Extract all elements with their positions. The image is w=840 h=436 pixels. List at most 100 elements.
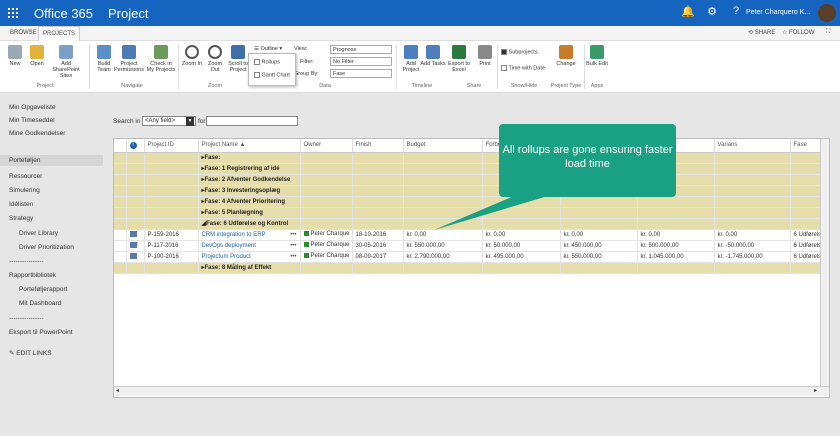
rollups-option[interactable]: Rollups [254,59,280,65]
bell-icon[interactable]: 🔔 [680,5,696,21]
add-tasks-button[interactable]: Add Tasks [420,45,446,67]
nav-min-opgaveliste[interactable]: Min Opgaveliste [9,104,56,111]
outline-dropdown: Rollups Gantt Chart [248,53,296,86]
change-button[interactable]: Change [553,45,579,67]
time-with-date-checkbox[interactable]: Time with Date [501,65,545,71]
zoom-out-button[interactable]: Zoom Out [203,45,227,73]
phase-row[interactable]: ▸Fase: [114,152,829,164]
col-varians[interactable]: Varians [714,139,791,153]
project-icon [129,253,137,260]
app-launcher-icon[interactable] [8,8,18,18]
presence-icon [303,253,309,259]
project-name-link[interactable]: Projectum Product [202,254,251,260]
cell-project-name[interactable]: Projectum Product ••• [198,251,301,263]
permissions-button[interactable]: Project Permissions [114,45,144,73]
phase-row[interactable]: ▸Fase: 5 Planlægning [114,207,829,219]
table-row[interactable]: ! P-117-2016 DevOps deployment ••• Peter … [114,240,829,252]
project-name-link[interactable]: CRM integration to ERP [202,232,266,238]
phase-row[interactable]: ▸Fase: 1 Registrering af idé [114,163,829,175]
print-icon [478,45,492,59]
tab-projects[interactable]: PROJECTS [38,26,81,41]
edit-links-button[interactable]: ✎ EDIT LINKS [9,349,52,357]
ellipsis-icon[interactable]: ••• [290,232,299,238]
nav-portefoljerapport[interactable]: Porteføljerapport [19,286,67,293]
help-icon[interactable]: ? [728,5,744,21]
cell-forbr: kr. 50.000,00 [482,240,561,252]
search-label: Search in [113,118,141,125]
nav-driver-prioritization[interactable]: Driver Prioritization [19,244,74,251]
phase-name: Fase: 2 Afventer Godkendelse [204,177,291,183]
nav-portefoljen[interactable]: Porteføljen [0,155,103,166]
bulk-edit-button[interactable]: Bulk Edit [584,45,610,67]
horizontal-scrollbar[interactable]: ◂ ▸ [114,386,829,396]
phase-row[interactable]: ▸Fase: 2 Afventer Godkendelse [114,174,829,186]
nav-mit-dashboard[interactable]: Mit Dashboard [19,300,61,307]
col-budget[interactable]: Budget [403,139,483,153]
app-name[interactable]: Office 365 [34,6,93,21]
table-row[interactable]: P-100-2016 Projectum Product ••• Peter Ch… [114,251,829,263]
scroll-right-icon[interactable]: ▸ [814,387,817,394]
share-button[interactable]: ⟲ SHARE [748,29,775,36]
search-field-select[interactable]: <Any field> ▾ [142,116,196,126]
export-excel-button[interactable]: Export to Excel [446,45,472,73]
cell-project-name[interactable]: CRM integration to ERP ••• [198,229,301,241]
group-project-label: Project [36,83,54,89]
col-finish[interactable]: Finish [352,139,404,153]
scroll-left-icon[interactable]: ◂ [116,387,119,394]
nav-ressourcer[interactable]: Ressourcer [9,173,42,180]
ribbon: New Open Add SharePoint Sites Project Bu… [0,41,840,93]
focus-icon[interactable]: ⛶ [826,29,830,36]
phase-row[interactable]: ▸Fase: 4 Afventer Prioritering [114,196,829,208]
open-button[interactable]: Open [24,45,50,67]
project-type-icon: ! [126,240,145,252]
user-name[interactable]: Peter Charquero K... [746,9,810,16]
nav-rapportbibliotek[interactable]: Rapportbibliotek [9,272,56,279]
col-project-id[interactable]: Project ID [144,139,199,153]
follow-button[interactable]: ☆ FOLLOW [782,29,814,36]
phase-row[interactable]: ◢Fase: 6 Udførelse og Kontrol [114,218,829,230]
phase-label: ◢Fase: 6 Udførelse og Kontrol [198,218,301,230]
outline-button[interactable]: ☰ Outline ▾ [254,46,282,52]
divider [396,45,397,89]
print-button[interactable]: Print [472,45,498,67]
info-header[interactable]: i [126,139,145,153]
col-project-name[interactable]: Project Name ▲ [198,139,301,153]
table-row[interactable]: P-159-2016 CRM integration to ERP ••• Pet… [114,229,829,241]
vertical-scrollbar[interactable] [820,139,829,386]
site-name[interactable]: Project [108,6,148,21]
phase-row[interactable]: ▸Fase: 8 Måling af Effekt [114,262,829,274]
filter-select[interactable]: No Filter [330,57,392,66]
nav-mine-godkendelser[interactable]: Mine Godkendelser [9,130,65,137]
nav-separator: ---------------- [9,258,44,265]
nav-driver-library[interactable]: Driver Library [19,230,58,237]
view-select[interactable]: Prognose [330,45,392,54]
scroll-to-project-button[interactable]: Scroll to Project [226,45,250,73]
col-owner[interactable]: Owner [300,139,353,153]
project-name-link[interactable]: DevOps deployment [202,243,256,249]
add-sites-button[interactable]: Add SharePoint Sites [48,45,84,79]
phase-name: Fase: 6 Udførelse og Kontrol [206,221,289,227]
search-input[interactable] [206,116,298,126]
nav-strategy[interactable]: Strategy [9,215,33,222]
nav-min-timeseddel[interactable]: Min Timeseddel [9,117,55,124]
nav-idelisten[interactable]: Idélisten [9,201,33,208]
nav-simulering[interactable]: Simulering [9,187,40,194]
cell-project-name[interactable]: DevOps deployment ••• [198,240,301,252]
time-with-date-label: Time with Date [508,65,545,72]
phase-row[interactable]: ▸Fase: 3 Investeringsoplæg [114,185,829,197]
group-project-type-label: Project Type [550,83,582,89]
divider [89,45,90,89]
gear-icon[interactable]: ⚙ [704,5,720,21]
avatar[interactable] [818,4,836,22]
zoom-in-button[interactable]: Zoom In [180,45,204,67]
nav-eksport-powerpoint[interactable]: Eksport til PowerPoint [9,329,73,336]
tab-browse[interactable]: BROWSE [6,26,41,41]
ellipsis-icon[interactable]: ••• [290,254,299,260]
check-in-button[interactable]: Check in My Projects [146,45,176,73]
project-type-icon [126,229,145,241]
ellipsis-icon[interactable]: ••• [290,243,299,249]
new-icon [8,45,22,59]
groupby-select[interactable]: Fase [330,69,392,78]
subprojects-checkbox[interactable]: Subprojects [501,49,538,55]
gantt-option[interactable]: Gantt Chart [254,72,290,78]
